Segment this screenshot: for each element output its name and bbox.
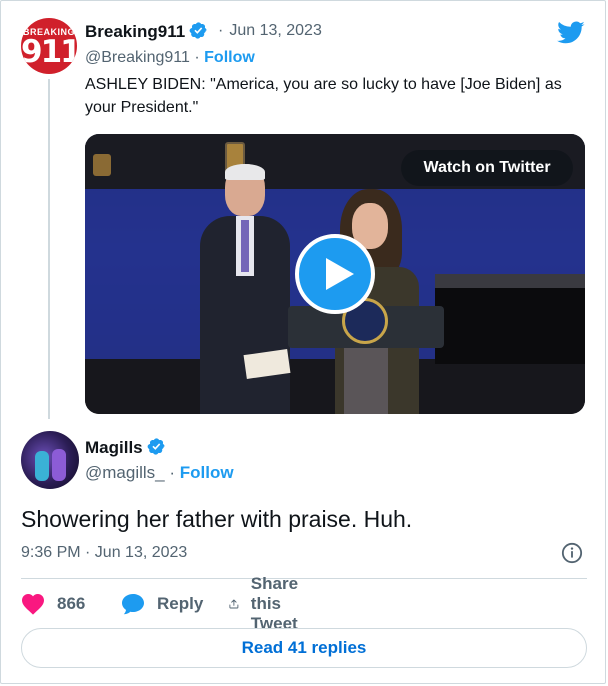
- quoted-author-name-text[interactable]: Breaking911: [85, 22, 185, 41]
- avatar-figure-left: [35, 451, 49, 481]
- twitter-bird-icon[interactable]: [557, 21, 585, 45]
- follow-magills-link[interactable]: Follow: [180, 463, 234, 482]
- author-name[interactable]: Magills: [85, 437, 166, 458]
- man-hair: [225, 164, 265, 180]
- handle-separator: ·: [169, 463, 176, 482]
- quoted-date-text[interactable]: Jun 13, 2023: [229, 22, 322, 39]
- verified-badge-icon: [147, 438, 165, 455]
- video-scene-piano: [435, 274, 585, 364]
- read-replies-button[interactable]: Read 41 replies: [21, 628, 587, 668]
- tweet-text: Showering her father with praise. Huh.: [21, 506, 413, 532]
- tweet-timestamp[interactable]: 9:36 PM · Jun 13, 2023: [21, 544, 187, 562]
- tweet-video-player[interactable]: Watch on Twitter: [85, 134, 585, 414]
- watch-on-twitter-button[interactable]: Watch on Twitter: [401, 150, 573, 186]
- podium-stem: [344, 348, 388, 414]
- heart-icon: [22, 594, 44, 615]
- play-icon: [326, 258, 354, 290]
- tweet-embed-card: BREAKING 911 Breaking911 · Jun 13, 2023 @…: [0, 0, 606, 684]
- video-scene-man: [200, 164, 291, 414]
- quoted-tweet-text: ASHLEY BIDEN: "America, you are so lucky…: [85, 76, 562, 116]
- reply-label: Reply: [157, 594, 204, 613]
- share-button[interactable]: Share this Tweet: [229, 574, 310, 633]
- follow-breaking911-link[interactable]: Follow: [204, 49, 255, 66]
- quoted-date[interactable]: · Jun 13, 2023: [218, 22, 322, 40]
- author-handle-row: @magills_ · Follow: [85, 463, 234, 483]
- play-button[interactable]: [295, 234, 375, 314]
- piano-lid: [435, 274, 585, 288]
- avatar-figure-right: [52, 449, 66, 481]
- breaking911-avatar[interactable]: BREAKING 911: [21, 18, 77, 74]
- man-tie: [241, 220, 249, 272]
- date-separator: ·: [218, 22, 224, 39]
- video-scene-lamp: [93, 154, 111, 176]
- share-label: Share this Tweet: [250, 574, 299, 633]
- quoted-handle[interactable]: @Breaking911: [85, 49, 190, 66]
- avatar-text-main: 911: [21, 34, 77, 70]
- reply-button[interactable]: Reply: [121, 591, 203, 617]
- like-button[interactable]: 866: [21, 591, 85, 617]
- verified-badge-icon: [189, 22, 207, 39]
- author-handle[interactable]: @magills_: [85, 463, 165, 482]
- handle-separator: ·: [194, 49, 200, 66]
- share-icon: [229, 599, 239, 609]
- like-count: 866: [57, 594, 86, 613]
- info-icon[interactable]: [561, 542, 583, 564]
- quoted-handle-row: @Breaking911 · Follow: [85, 49, 255, 67]
- magills-avatar[interactable]: [21, 431, 79, 489]
- quoted-author-name[interactable]: Breaking911: [85, 21, 208, 42]
- thread-line: [48, 79, 50, 419]
- reply-bubble-icon: [122, 594, 144, 615]
- author-name-text[interactable]: Magills: [85, 438, 143, 457]
